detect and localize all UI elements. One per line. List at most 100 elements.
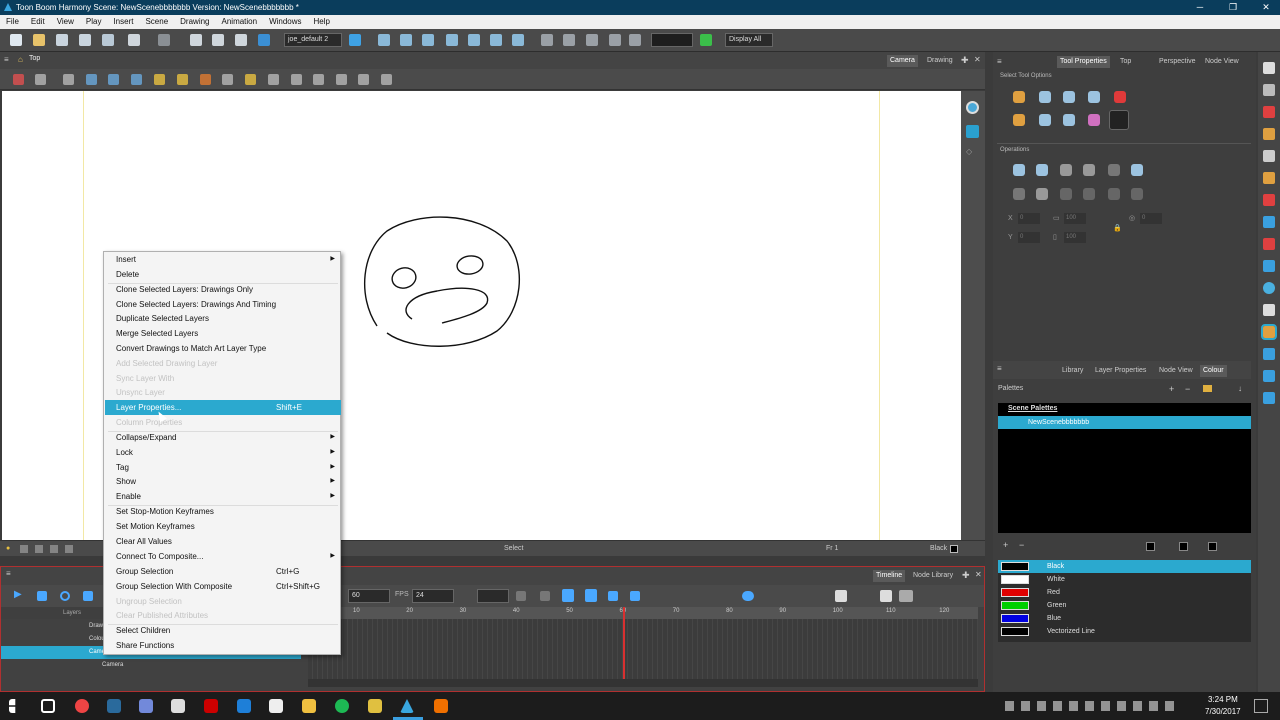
angle-field[interactable]: 0 bbox=[1140, 213, 1162, 224]
timeline-scrollbar[interactable] bbox=[308, 679, 978, 687]
ease-select[interactable] bbox=[477, 589, 509, 603]
spline-tool-icon[interactable] bbox=[1263, 348, 1275, 360]
menu-item-connect-composite[interactable]: Connect To Composite... ▶ bbox=[105, 549, 341, 564]
permanent-selection-icon[interactable] bbox=[1114, 91, 1126, 103]
refresh-icon[interactable] bbox=[60, 591, 70, 601]
menu-drawing[interactable]: Drawing bbox=[174, 15, 215, 29]
close-view-icon[interactable]: ✕ bbox=[974, 55, 981, 64]
discord-icon[interactable] bbox=[139, 699, 153, 713]
menu-item-share-functions[interactable]: Share Functions bbox=[105, 638, 341, 653]
import-icon[interactable] bbox=[102, 34, 114, 46]
flip-icon[interactable] bbox=[336, 74, 347, 85]
new-icon[interactable] bbox=[10, 34, 22, 46]
eraser-icon[interactable] bbox=[1263, 172, 1275, 184]
color-select[interactable] bbox=[651, 33, 693, 47]
sketch-app-icon[interactable] bbox=[368, 699, 382, 713]
pivot-tool-icon[interactable] bbox=[1263, 392, 1275, 404]
scale-icon[interactable] bbox=[422, 34, 434, 46]
menu-animation[interactable]: Animation bbox=[216, 15, 264, 29]
extend-exposure-icon[interactable] bbox=[540, 591, 550, 601]
colour-row-black[interactable]: Black bbox=[998, 560, 1251, 573]
library-icon[interactable] bbox=[258, 34, 270, 46]
show-camera-icon[interactable] bbox=[108, 74, 119, 85]
panel-menu-icon[interactable]: ≡ bbox=[4, 55, 9, 64]
rotate-ccw-icon[interactable] bbox=[1060, 164, 1072, 176]
open-icon[interactable] bbox=[33, 34, 45, 46]
colour-list-mode-icon[interactable] bbox=[1179, 542, 1188, 551]
ratio-lock-icon[interactable]: 🔒 bbox=[1113, 224, 1122, 232]
light-table-icon[interactable] bbox=[245, 74, 256, 85]
menu-play[interactable]: Play bbox=[80, 15, 108, 29]
maximize-button[interactable]: ❐ bbox=[1216, 0, 1250, 15]
menu-item-clone-drawings[interactable]: Clone Selected Layers: Drawings Only bbox=[105, 282, 341, 297]
frame-ruler[interactable]: 102030405060708090100110120 bbox=[308, 607, 978, 619]
pen-app-icon[interactable] bbox=[171, 699, 185, 713]
move-icon[interactable] bbox=[512, 34, 524, 46]
timeline-add-icon[interactable]: ✚ bbox=[962, 570, 970, 581]
save-as-icon[interactable] bbox=[79, 34, 91, 46]
tab-drawing[interactable]: Drawing bbox=[924, 55, 956, 67]
send-back-icon[interactable] bbox=[1060, 188, 1072, 200]
settings-icon[interactable] bbox=[35, 74, 46, 85]
perspective-icon[interactable] bbox=[966, 125, 979, 138]
tab-colour[interactable]: Colour bbox=[1200, 365, 1227, 377]
tab-perspective[interactable]: Perspective bbox=[1156, 56, 1199, 68]
palette-item[interactable]: NewScenebbbbbbb bbox=[998, 416, 1251, 429]
palette-folder-icon[interactable] bbox=[1203, 385, 1212, 392]
rotate-view-icon[interactable] bbox=[1263, 282, 1275, 294]
paste-icon[interactable] bbox=[235, 34, 247, 46]
menu-file[interactable]: File bbox=[0, 15, 25, 29]
face-drawing[interactable] bbox=[357, 211, 527, 351]
animate-icon[interactable] bbox=[204, 699, 218, 713]
colour-row-blue[interactable]: Blue bbox=[998, 612, 1251, 625]
menu-item-select-children[interactable]: Select Children bbox=[105, 623, 341, 638]
spotify-icon[interactable] bbox=[335, 699, 349, 713]
maintain-size-icon[interactable] bbox=[468, 34, 480, 46]
select-tool-icon[interactable] bbox=[1263, 62, 1275, 74]
menu-item-group-selection[interactable]: Group Selection Ctrl+G bbox=[105, 564, 341, 579]
menu-item-insert[interactable]: Insert ▶ bbox=[105, 252, 341, 267]
camera-mask-icon[interactable] bbox=[131, 74, 142, 85]
colour-row-white[interactable]: White bbox=[998, 573, 1251, 586]
playhead[interactable] bbox=[623, 607, 625, 679]
dropper-icon[interactable] bbox=[1263, 238, 1275, 250]
menu-item-clone-timing[interactable]: Clone Selected Layers: Drawings And Timi… bbox=[105, 297, 341, 312]
brush-icon[interactable] bbox=[200, 74, 211, 85]
menu-item-show[interactable]: Show ▶ bbox=[105, 474, 341, 489]
onion-toggle-icon[interactable]: ◇ bbox=[966, 147, 979, 157]
minimize-button[interactable]: ─ bbox=[1183, 0, 1217, 15]
task-view-icon[interactable] bbox=[41, 699, 55, 713]
harmony-taskbar-icon[interactable] bbox=[400, 699, 414, 713]
menu-item-convert[interactable]: Convert Drawings to Match Art Layer Type bbox=[105, 341, 341, 356]
x-field[interactable]: 0 bbox=[1018, 213, 1040, 224]
add-view-icon[interactable]: ✚ bbox=[961, 55, 969, 66]
create-group-icon[interactable] bbox=[1013, 188, 1025, 200]
timeline-menu-icon[interactable]: ≡ bbox=[6, 569, 11, 578]
remove-colour-icon[interactable]: − bbox=[1019, 540, 1024, 550]
stop-motion-icon[interactable] bbox=[630, 591, 640, 601]
contour-editor-icon[interactable] bbox=[1263, 84, 1275, 96]
tab-timeline[interactable]: Timeline bbox=[873, 570, 906, 582]
remove-palette-icon[interactable]: − bbox=[1185, 384, 1190, 394]
zoom-icon[interactable] bbox=[1263, 260, 1275, 272]
constraint-icon[interactable] bbox=[563, 34, 575, 46]
menu-item-delete[interactable]: Delete bbox=[105, 267, 341, 282]
menu-item-layer-properties[interactable]: Layer Properties... Shift+E bbox=[105, 400, 341, 415]
paint-icon[interactable] bbox=[1263, 194, 1275, 206]
sound-icon[interactable] bbox=[83, 591, 93, 601]
menu-help[interactable]: Help bbox=[308, 15, 336, 29]
light-bulb-icon[interactable]: ● bbox=[6, 541, 10, 557]
y-field[interactable]: 0 bbox=[1018, 232, 1040, 243]
colour-row-red[interactable]: Red bbox=[998, 586, 1251, 599]
colour-menu-icon[interactable]: ≡ bbox=[997, 364, 1002, 373]
drawing-substitution-icon[interactable] bbox=[516, 591, 526, 601]
tool-properties-menu-icon[interactable]: ≡ bbox=[997, 57, 1002, 66]
distribute-icon[interactable] bbox=[358, 74, 369, 85]
close-button[interactable]: ✕ bbox=[1249, 0, 1280, 15]
color-picker-icon[interactable] bbox=[1036, 188, 1048, 200]
mirror-icon[interactable] bbox=[381, 74, 392, 85]
transform-icon[interactable] bbox=[378, 34, 390, 46]
system-tray-icons[interactable] bbox=[1005, 701, 1180, 711]
select-colour-icon[interactable] bbox=[1088, 114, 1100, 126]
add-palette-icon[interactable]: + bbox=[1169, 384, 1174, 394]
